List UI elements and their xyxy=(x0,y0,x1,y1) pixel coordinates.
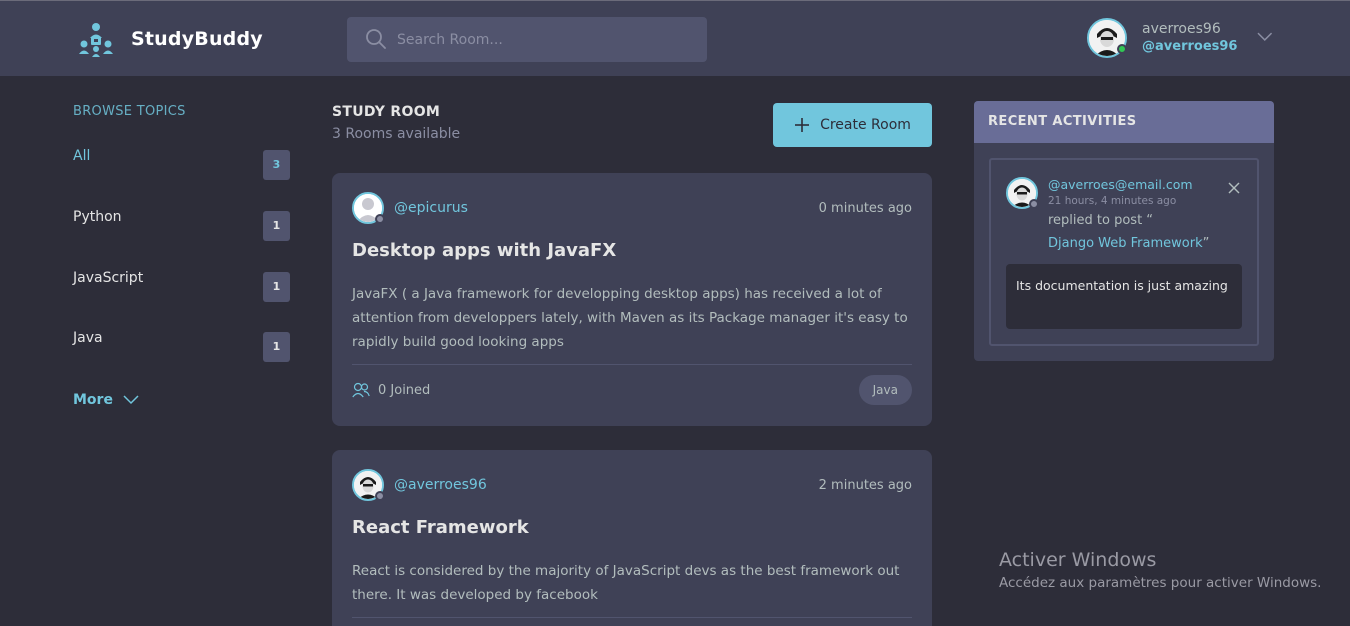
activity-quote-mark: ” xyxy=(1202,236,1210,251)
topic-item-java[interactable]: Java 1 xyxy=(73,330,290,362)
activity-reply-quote: Its documentation is just amazing xyxy=(1006,264,1242,329)
offline-status-indicator xyxy=(1029,199,1039,209)
topic-count-badge: 1 xyxy=(263,272,290,302)
top-navbar: StudyBuddy averroes96 @averroes96 xyxy=(0,0,1350,76)
brand-logo[interactable]: StudyBuddy xyxy=(78,21,263,57)
topic-label: All xyxy=(73,148,91,164)
online-status-indicator xyxy=(1117,44,1127,54)
search-icon xyxy=(366,29,386,49)
watermark-subtitle: Accédez aux paramètres pour activer Wind… xyxy=(999,575,1322,591)
room-title-link[interactable]: React Framework xyxy=(352,517,529,538)
chevron-down-icon[interactable] xyxy=(1257,32,1273,42)
windows-activation-watermark: Activer Windows Accédez aux paramètres p… xyxy=(999,549,1321,591)
user-menu[interactable]: averroes96 @averroes96 xyxy=(1087,17,1273,59)
topic-item-python[interactable]: Python 1 xyxy=(73,209,290,241)
recent-activities-title: RECENT ACTIVITIES xyxy=(974,101,1274,143)
create-room-button[interactable]: Create Room xyxy=(773,103,932,147)
activity-post-link[interactable]: Django Web Framework xyxy=(1048,236,1203,251)
topic-count-badge: 3 xyxy=(263,150,290,180)
activity-user-avatar[interactable] xyxy=(1006,177,1039,209)
room-timestamp: 2 minutes ago xyxy=(818,478,912,493)
brand-name: StudyBuddy xyxy=(131,28,263,50)
watermark-title: Activer Windows xyxy=(999,549,1157,571)
recent-activities-panel: RECENT ACTIVITIES @averroes@email.com 21… xyxy=(974,101,1274,361)
more-topics-label: More xyxy=(73,392,113,408)
room-topic-tag[interactable]: Java xyxy=(858,375,912,405)
topic-label: Python xyxy=(73,209,122,225)
topic-item-javascript[interactable]: JavaScript 1 xyxy=(73,270,290,302)
create-room-label: Create Room xyxy=(820,117,911,133)
user-display-name: averroes96 xyxy=(1142,21,1221,37)
browse-topics-title: BROWSE TOPICS xyxy=(73,104,186,119)
joined-count: 0 Joined xyxy=(378,382,431,398)
user-avatar[interactable] xyxy=(1087,18,1127,58)
room-description: React is considered by the majority of J… xyxy=(352,563,900,603)
activity-item: @averroes@email.com 21 hours, 4 minutes … xyxy=(989,158,1259,346)
topic-label: JavaScript xyxy=(73,270,144,286)
topic-count-badge: 1 xyxy=(263,211,290,241)
topic-count-badge: 1 xyxy=(263,332,290,362)
more-topics-button[interactable]: More xyxy=(73,392,139,408)
topic-label: Java xyxy=(73,330,103,346)
host-avatar[interactable] xyxy=(352,469,385,501)
room-card: @averroes96 2 minutes ago React Framewor… xyxy=(332,450,932,626)
chevron-down-icon xyxy=(123,395,139,405)
study-room-header: STUDY ROOM 3 Rooms available xyxy=(332,104,460,142)
offline-status-indicator xyxy=(375,491,385,501)
room-participants: 0 Joined xyxy=(352,382,430,398)
room-search-bar[interactable] xyxy=(347,17,707,62)
browse-topics-sidebar: BROWSE TOPICS All 3 Python 1 JavaScript … xyxy=(73,104,290,408)
activity-action-text: replied to post “ xyxy=(1048,213,1154,228)
room-host-link[interactable]: @averroes96 xyxy=(394,477,487,493)
card-divider xyxy=(352,617,912,618)
offline-status-indicator xyxy=(375,214,385,224)
topic-item-all[interactable]: All 3 xyxy=(73,148,290,180)
users-icon xyxy=(352,382,370,398)
activity-user-link[interactable]: @averroes@email.com xyxy=(1048,177,1193,192)
room-host-link[interactable]: @epicurus xyxy=(394,200,468,216)
card-divider xyxy=(352,364,912,365)
close-icon[interactable] xyxy=(1228,182,1240,194)
user-handle: @averroes96 xyxy=(1142,39,1238,54)
host-avatar[interactable] xyxy=(352,192,385,224)
room-title-link[interactable]: Desktop apps with JavaFX xyxy=(352,240,616,261)
room-description: JavaFX ( a Java framework for developpin… xyxy=(352,286,908,350)
activity-timestamp: 21 hours, 4 minutes ago xyxy=(1048,195,1177,207)
study-group-logo-icon xyxy=(79,23,113,57)
search-input[interactable] xyxy=(397,17,697,62)
rooms-available-count: 3 Rooms available xyxy=(332,126,461,142)
room-timestamp: 0 minutes ago xyxy=(818,201,912,216)
room-card: @epicurus 0 minutes ago Desktop apps wit… xyxy=(332,173,932,426)
plus-icon xyxy=(795,118,810,132)
page-title: STUDY ROOM xyxy=(332,104,441,120)
